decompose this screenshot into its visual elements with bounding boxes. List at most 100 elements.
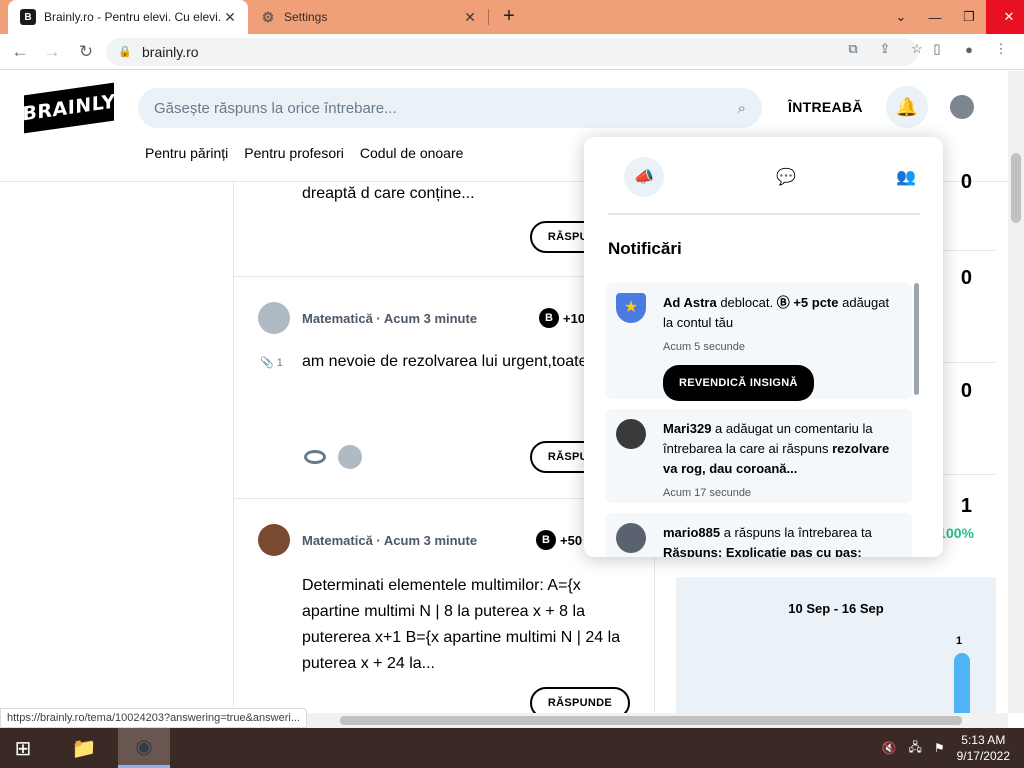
forward-arrow-icon[interactable]: →: [40, 40, 64, 64]
toolbar-actions: ▯ ● ⋮: [926, 38, 1012, 60]
scroll-thumb[interactable]: [1011, 153, 1021, 223]
omnibox-actions: ⧉ ⇪ ☆: [842, 38, 928, 60]
profile-icon[interactable]: ●: [958, 38, 980, 60]
nav-honor-code-link[interactable]: Codul de onoare: [360, 145, 464, 161]
asker-avatar[interactable]: [258, 524, 290, 556]
volume-muted-icon[interactable]: 🔇: [882, 741, 897, 755]
new-tab-button[interactable]: +: [498, 6, 520, 28]
network-icon[interactable]: 🖧: [908, 738, 921, 759]
bar-value: 1: [956, 635, 963, 647]
notification-user[interactable]: Mari329: [663, 421, 711, 436]
minimize-button[interactable]: —: [918, 0, 952, 34]
nav-parents-link[interactable]: Pentru părinți: [145, 145, 228, 161]
notifications-popup: 📣 💬 👥 Notificări ★ Ad Astra deblocat. Ⓑ …: [584, 137, 943, 557]
link-status-url: https://brainly.ro/tema/10024203?answeri…: [0, 708, 307, 728]
question-text: Determinati elementele multimilor: A={x …: [302, 577, 621, 672]
notification-time: Acum 5 secunde: [663, 341, 745, 353]
notification-body: mario885 a răspuns la întrebarea ta Răsp…: [663, 523, 902, 557]
restore-button[interactable]: ❐: [952, 0, 986, 34]
clock-date: 9/17/2022: [956, 749, 1010, 763]
claim-badge-button[interactable]: REVENDICĂ INSIGNĂ: [663, 365, 814, 401]
messages-icon[interactable]: 💬: [766, 157, 806, 197]
user-avatar: [616, 523, 646, 553]
points-value: +50: [560, 532, 583, 548]
close-tab-icon[interactable]: ✕: [462, 9, 478, 26]
points-value: +10: [563, 310, 586, 326]
ask-question-button[interactable]: ÎNTREABĂ: [788, 99, 863, 115]
sub-navigation: Pentru părinți Pentru profesori Codul de…: [145, 145, 463, 161]
user-avatar: [616, 419, 646, 449]
browser-toolbar: ← → ↻ 🔒 brainly.ro ⧉ ⇪ ☆ ▯ ● ⋮: [0, 34, 1024, 70]
reload-icon[interactable]: ↻: [74, 40, 98, 64]
brainly-favicon-icon: B: [20, 9, 36, 25]
points-badge: B +50: [536, 530, 582, 550]
url-text: brainly.ro: [142, 44, 199, 60]
action-center-flag-icon[interactable]: ⚑: [934, 741, 945, 755]
page-vertical-scrollbar[interactable]: [1008, 71, 1024, 713]
search-input[interactable]: Găsește răspuns la orice întrebare... ⌕: [138, 88, 762, 128]
week-range: 10 Sep - 16 Sep: [788, 601, 884, 616]
notifications-bell-icon[interactable]: 🔔: [886, 86, 928, 128]
tab-title: Settings: [284, 10, 328, 24]
notification-tabs: 📣 💬 👥: [608, 157, 920, 215]
nav-teachers-link[interactable]: Pentru profesori: [244, 145, 344, 161]
notifications-list: ★ Ad Astra deblocat. Ⓑ +5 pcte adăugat l…: [606, 283, 916, 557]
paperclip-icon: 📎: [260, 357, 274, 369]
stat-value: 0: [960, 171, 972, 193]
address-bar[interactable]: 🔒 brainly.ro: [106, 38, 918, 66]
points-b-icon: Ⓑ: [776, 295, 794, 310]
tab-settings[interactable]: ⚙ Settings ✕: [252, 0, 488, 34]
windows-start-icon[interactable]: ⊞: [0, 728, 46, 768]
tab-search-chevron-icon[interactable]: ⌄: [884, 0, 918, 34]
notifications-scrollbar[interactable]: [914, 283, 919, 395]
search-icon[interactable]: ⌕: [738, 100, 746, 117]
stat-percent: 100%: [938, 525, 974, 541]
translate-icon[interactable]: ⧉: [842, 38, 864, 60]
windows-taskbar: ⊞ 📁 ◉ 🔇 🖧 ⚑ 5:13 AM 9/17/2022: [0, 728, 1024, 768]
notification-item[interactable]: ★ Ad Astra deblocat. Ⓑ +5 pcte adăugat l…: [606, 283, 912, 401]
notification-body: Mari329 a adăugat un comentariu la între…: [663, 419, 902, 479]
brainly-points-icon: B: [536, 530, 556, 550]
question-meta: Matematică · Acum 3 minute: [302, 533, 478, 548]
notification-question[interactable]: Răspuns: Explicație pas cu pas:: [663, 545, 862, 557]
attachment-count: 📎 1: [260, 356, 283, 369]
side-panel-icon[interactable]: ▯: [926, 38, 948, 60]
stat-value: 0: [960, 267, 972, 289]
clock-time: 5:13 AM: [961, 733, 1006, 747]
megaphone-icon[interactable]: 📣: [624, 157, 664, 197]
back-arrow-icon[interactable]: ←: [8, 40, 32, 64]
scroll-thumb[interactable]: [340, 716, 962, 725]
notification-time: Acum 17 secunde: [663, 487, 752, 499]
notification-points: +5 pcte: [793, 295, 839, 310]
chrome-icon[interactable]: ◉: [118, 728, 170, 768]
tab-title: Brainly.ro - Pentru elevi. Cu elevi.: [44, 10, 222, 24]
share-icon[interactable]: ⇪: [874, 38, 896, 60]
question-meta: Matematică · Acum 3 minute: [302, 311, 478, 326]
friends-icon[interactable]: 👥: [886, 157, 926, 197]
search-placeholder: Găsește răspuns la orice întrebare...: [154, 99, 397, 117]
brainly-logo[interactable]: BRAINLY: [22, 82, 116, 134]
notification-body: Ad Astra deblocat. Ⓑ +5 pcte adăugat la …: [663, 293, 902, 333]
close-tab-icon[interactable]: ✕: [222, 9, 238, 26]
brainly-points-icon: B: [539, 308, 559, 328]
lock-icon: 🔒: [118, 46, 132, 58]
tab-brainly[interactable]: B Brainly.ro - Pentru elevi. Cu elevi. ✕: [8, 0, 248, 34]
tab-strip: B Brainly.ro - Pentru elevi. Cu elevi. ✕…: [0, 0, 1024, 34]
file-explorer-icon[interactable]: 📁: [58, 728, 110, 768]
badge-shield-icon: ★: [616, 293, 646, 323]
notification-text: a răspuns la întrebarea ta: [720, 525, 872, 540]
notification-user[interactable]: Ad Astra: [663, 295, 717, 310]
menu-kebab-icon[interactable]: ⋮: [990, 38, 1012, 60]
stat-value: 0: [960, 380, 972, 402]
notification-item[interactable]: Mari329 a adăugat un comentariu la între…: [606, 409, 912, 503]
points-badge: B +10: [539, 308, 585, 328]
bookmark-star-icon[interactable]: ☆: [906, 38, 928, 60]
user-avatar[interactable]: [950, 95, 974, 119]
notification-user[interactable]: mario885: [663, 525, 720, 540]
stat-value: 1: [960, 495, 972, 517]
notification-item[interactable]: mario885 a răspuns la întrebarea ta Răsp…: [606, 513, 912, 557]
taskbar-clock[interactable]: 5:13 AM 9/17/2022: [957, 732, 1010, 764]
answer-button[interactable]: RĂSPUNDE: [530, 687, 630, 713]
close-window-button[interactable]: ✕: [986, 0, 1024, 34]
asker-avatar[interactable]: [258, 302, 290, 334]
